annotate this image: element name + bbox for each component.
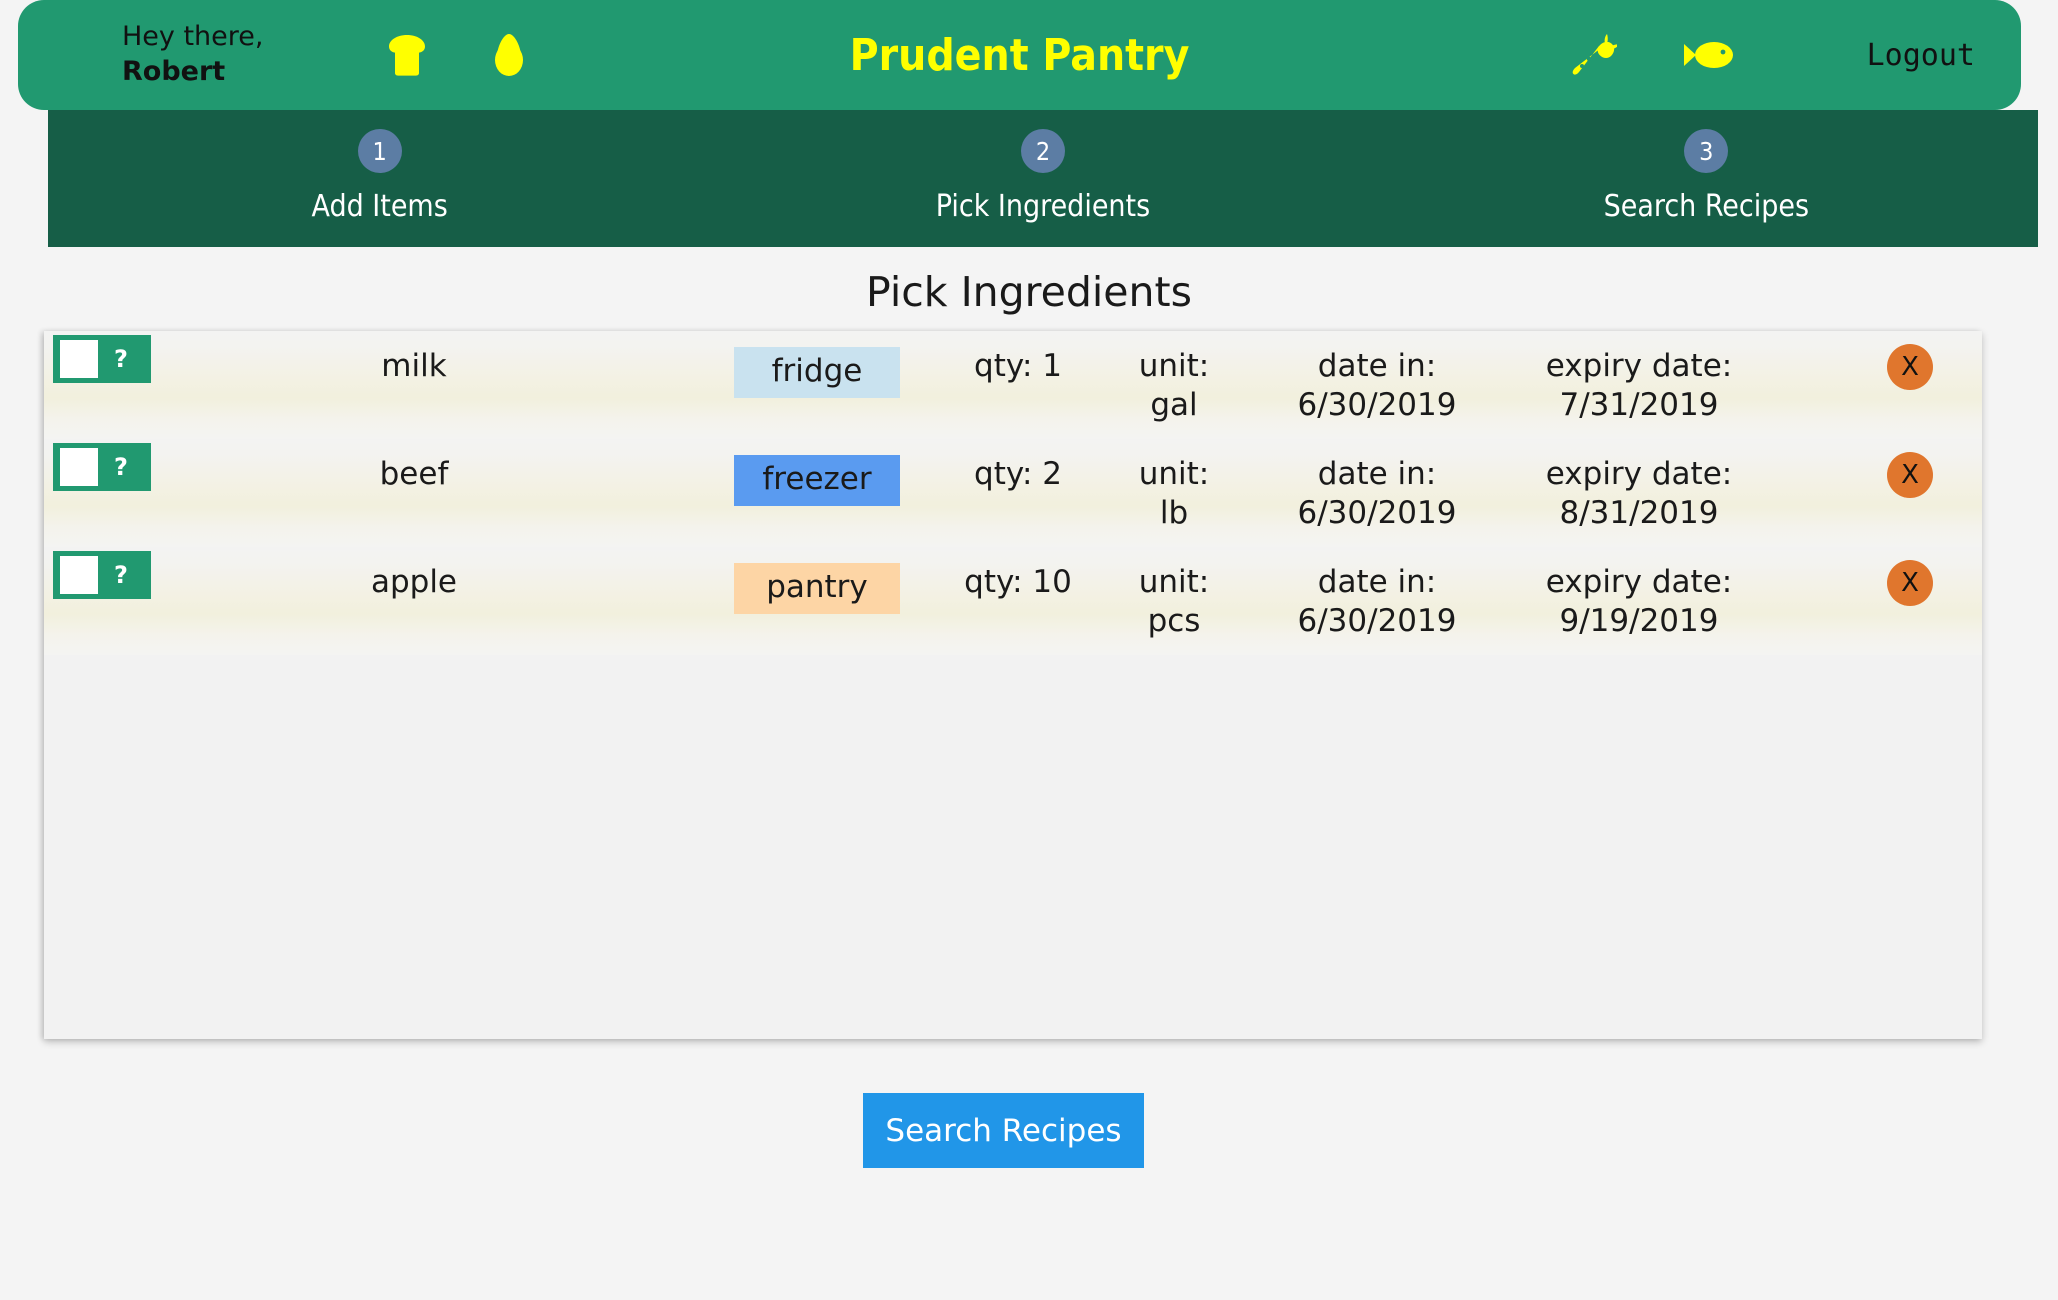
date-in-cell: date in: 6/30/2019 [1264,563,1490,642]
step-number-badge: 2 [1020,129,1065,173]
checkbox-box[interactable] [60,340,98,378]
quantity-value: 10 [1032,564,1072,600]
expiry-date-label: expiry date: [1545,564,1733,600]
checkbox-box[interactable] [60,556,98,594]
step-number-badge: 1 [357,129,402,173]
step-navigation: 1 Add Items 2 Pick Ingredients 3 Search … [48,110,2038,247]
username: Robert [122,56,226,87]
date-in-value: 6/30/2019 [1297,495,1457,532]
step-label: Add Items [311,189,448,224]
expiry-date-value: 9/19/2019 [1559,603,1719,640]
date-in-label: date in: [1317,456,1437,492]
bread-icon [386,33,428,77]
date-in-label: date in: [1317,564,1437,600]
unit-label: unit: [1138,348,1210,384]
step-item-add-items[interactable]: 1 Add Items [48,110,711,247]
quantity-label: qty: [974,456,1033,492]
quantity-label: qty: [964,564,1023,600]
help-icon[interactable]: ? [114,561,128,589]
select-ingredient-checkbox[interactable]: ? [53,551,151,599]
unit-value: pcs [1147,603,1201,640]
date-in-label: date in: [1317,348,1437,384]
expiry-date-value: 8/31/2019 [1559,495,1719,532]
step-item-pick-ingredients[interactable]: 2 Pick Ingredients [711,110,1374,247]
date-in-cell: date in: 6/30/2019 [1264,455,1490,534]
location-badge: freezer [734,455,900,507]
unit-label: unit: [1138,456,1210,492]
greeting: Hey there, Robert [122,20,264,89]
location-label: pantry [734,563,900,615]
date-in-value: 6/30/2019 [1297,603,1457,640]
location-badge: pantry [734,563,900,615]
unit-label: unit: [1138,564,1210,600]
select-ingredient-checkbox[interactable]: ? [53,335,151,383]
location-badge: fridge [734,347,900,399]
greeting-text: Hey there, [122,21,264,53]
unit-value: gal [1150,387,1198,424]
ingredients-panel: ? milk fridge qty: 1 unit: gal date in: … [44,331,1982,1039]
ingredient-name: apple [370,564,458,600]
checkbox-box[interactable] [60,448,98,486]
fish-icon [1683,37,1735,73]
date-in-cell: date in: 6/30/2019 [1264,347,1490,426]
ingredient-name: milk [381,348,447,384]
expiry-date-cell: expiry date: 8/31/2019 [1516,455,1762,534]
ingredient-name: beef [379,456,449,492]
egg-icon [494,33,524,77]
help-icon[interactable]: ? [114,453,128,481]
date-in-value: 6/30/2019 [1297,387,1457,424]
unit-value: lb [1159,495,1189,532]
expiry-date-cell: expiry date: 9/19/2019 [1516,563,1762,642]
quantity-value: 2 [1042,456,1062,492]
step-label: Search Recipes [1603,189,1810,224]
expiry-date-label: expiry date: [1545,456,1733,492]
help-icon[interactable]: ? [114,345,128,373]
carrot-icon [1569,32,1620,78]
location-label: freezer [734,455,900,507]
delete-item-button[interactable]: X [1887,560,1933,606]
quantity-label: qty: [974,348,1033,384]
table-row: ? beef freezer qty: 2 unit: lb date in: … [44,439,1982,547]
search-recipes-button[interactable]: Search Recipes [863,1093,1144,1168]
select-ingredient-checkbox[interactable]: ? [53,443,151,491]
unit-cell: unit: lb [1074,455,1274,534]
table-row: ? apple pantry qty: 10 unit: pcs date in… [44,547,1982,655]
unit-cell: unit: pcs [1074,563,1274,642]
unit-cell: unit: gal [1074,347,1274,426]
expiry-date-label: expiry date: [1545,348,1733,384]
step-item-search-recipes[interactable]: 3 Search Recipes [1375,110,2038,247]
page-title: Pick Ingredients [866,268,1192,316]
quantity-value: 1 [1042,348,1062,384]
table-row: ? milk fridge qty: 1 unit: gal date in: … [44,331,1982,439]
app-header: Hey there, Robert Prudent Pantry Logout [18,0,2021,110]
location-label: fridge [734,347,900,399]
expiry-date-value: 7/31/2019 [1559,387,1719,424]
delete-item-button[interactable]: X [1887,452,1933,498]
expiry-date-cell: expiry date: 7/31/2019 [1516,347,1762,426]
delete-item-button[interactable]: X [1887,344,1933,390]
logout-button[interactable]: Logout [1867,38,1975,73]
step-label: Pick Ingredients [935,189,1151,224]
step-number-badge: 3 [1684,129,1729,173]
